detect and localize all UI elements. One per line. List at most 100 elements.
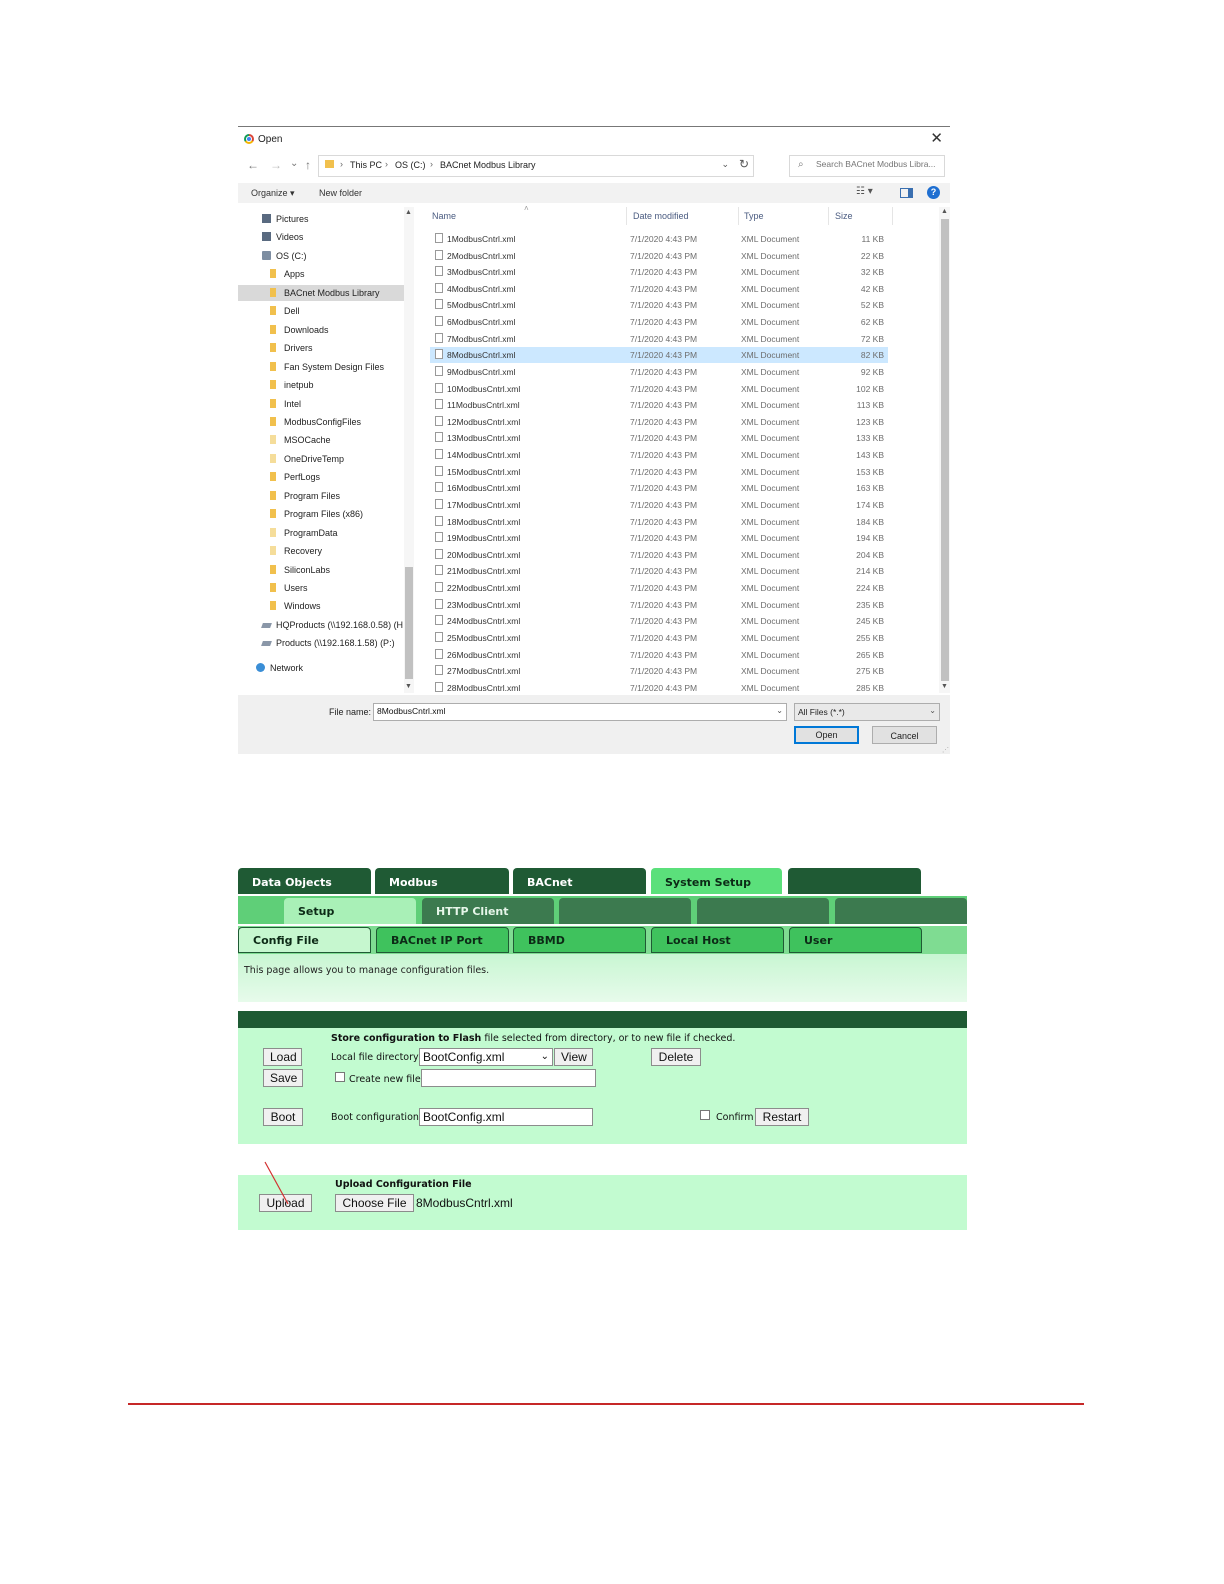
chevron-down-icon[interactable]: ⌄	[776, 706, 783, 715]
boot-configuration-input[interactable]	[419, 1108, 593, 1126]
file-row[interactable]: 6ModbusCntrl.xml 7/1/2020 4:43 PM XML Docu…	[430, 314, 888, 330]
file-row[interactable]: 8ModbusCntrl.xml 7/1/2020 4:43 PM XML Docu…	[430, 347, 888, 364]
scroll-down-icon[interactable]: ▼	[941, 683, 948, 690]
tab-config-file[interactable]: Config File	[238, 927, 371, 953]
file-name-combobox[interactable]: ⌄	[373, 703, 787, 721]
sidebar-item[interactable]: ProgramData	[238, 525, 404, 541]
file-row[interactable]: 14ModbusCntrl.xml 7/1/2020 4:43 PM XML Doc…	[430, 447, 888, 463]
tab-empty[interactable]	[697, 898, 829, 924]
file-row[interactable]: 2ModbusCntrl.xml 7/1/2020 4:43 PM XML Docu…	[430, 248, 888, 264]
tab-user[interactable]: User	[789, 927, 922, 953]
breadcrumb-this-pc[interactable]: This PC	[350, 160, 382, 170]
resize-grip-icon[interactable]: ⋰	[942, 746, 949, 754]
file-row[interactable]: 27ModbusCntrl.xml 7/1/2020 4:43 PM XML Doc…	[430, 663, 888, 679]
scroll-down-icon[interactable]: ▼	[405, 683, 412, 690]
file-row[interactable]: 5ModbusCntrl.xml 7/1/2020 4:43 PM XML Docu…	[430, 297, 888, 313]
file-list-scrollbar[interactable]: ▲ ▼	[939, 207, 950, 693]
file-row[interactable]: 17ModbusCntrl.xml 7/1/2020 4:43 PM XML Doc…	[430, 497, 888, 513]
load-button[interactable]: Load	[263, 1048, 302, 1066]
sidebar-item[interactable]: Fan System Design Files	[238, 359, 404, 375]
cancel-button[interactable]: Cancel	[872, 726, 937, 744]
file-row[interactable]: 16ModbusCntrl.xml 7/1/2020 4:43 PM XML Doc…	[430, 480, 888, 496]
sidebar-item[interactable]: Drivers	[238, 340, 404, 356]
sidebar-item[interactable]: HQProducts (\\192.168.0.58) (H	[238, 617, 404, 633]
chevron-down-icon[interactable]: ⌄	[721, 159, 729, 170]
sidebar-item[interactable]: Pictures	[238, 211, 404, 227]
local-file-directory-select[interactable]: BootConfig.xml ⌄	[419, 1048, 553, 1066]
forward-arrow-icon[interactable]: →	[270, 158, 282, 172]
sidebar-item[interactable]: Downloads	[238, 322, 404, 338]
save-button[interactable]: Save	[263, 1069, 303, 1087]
tab-data-objects[interactable]: Data Objects	[238, 868, 371, 894]
tab-empty[interactable]	[788, 868, 921, 894]
scrollbar-thumb[interactable]	[405, 567, 413, 679]
file-row[interactable]: 9ModbusCntrl.xml 7/1/2020 4:43 PM XML Docu…	[430, 364, 888, 380]
sidebar-item[interactable]: Dell	[238, 303, 404, 319]
organize-menu[interactable]: Organize ▾	[251, 188, 295, 199]
sidebar-item[interactable]: Program Files (x86)	[238, 506, 404, 522]
sidebar-item[interactable]: OneDriveTemp	[238, 451, 404, 467]
sidebar-item[interactable]: SiliconLabs	[238, 562, 404, 578]
help-icon[interactable]: ?	[927, 186, 940, 199]
upload-button[interactable]: Upload	[259, 1194, 312, 1212]
sidebar-item[interactable]: inetpub	[238, 377, 404, 393]
view-button[interactable]: View	[554, 1048, 593, 1066]
file-row[interactable]: 24ModbusCntrl.xml 7/1/2020 4:43 PM XML Doc…	[430, 613, 888, 629]
file-row[interactable]: 10ModbusCntrl.xml 7/1/2020 4:43 PM XML Doc…	[430, 381, 888, 397]
scroll-up-icon[interactable]: ▲	[405, 209, 412, 216]
tab-system-setup[interactable]: System Setup	[651, 868, 782, 894]
up-arrow-icon[interactable]: ↑	[305, 158, 311, 172]
sidebar-item[interactable]: Users	[238, 580, 404, 596]
file-row[interactable]: 7ModbusCntrl.xml 7/1/2020 4:43 PM XML Docu…	[430, 331, 888, 347]
sidebar-item[interactable]: Network	[238, 660, 404, 676]
file-row[interactable]: 22ModbusCntrl.xml 7/1/2020 4:43 PM XML Doc…	[430, 580, 888, 596]
sidebar-item[interactable]: Recovery	[238, 543, 404, 559]
sidebar-item[interactable]: Products (\\192.168.1.58) (P:)	[238, 635, 404, 651]
sidebar-item[interactable]: Program Files	[238, 488, 404, 504]
file-type-select[interactable]: All Files (*.*) ⌄	[794, 703, 940, 721]
tab-empty[interactable]	[559, 898, 691, 924]
breadcrumb-bacnet-modbus-library[interactable]: BACnet Modbus Library	[440, 160, 536, 170]
search-box[interactable]: ⌕	[789, 155, 945, 177]
file-row[interactable]: 26ModbusCntrl.xml 7/1/2020 4:43 PM XML Doc…	[430, 647, 888, 663]
file-row[interactable]: 4ModbusCntrl.xml 7/1/2020 4:43 PM XML Docu…	[430, 281, 888, 297]
boot-button[interactable]: Boot	[263, 1108, 303, 1126]
file-row[interactable]: 19ModbusCntrl.xml 7/1/2020 4:43 PM XML Doc…	[430, 530, 888, 546]
breadcrumb-os-c[interactable]: OS (C:)	[395, 160, 426, 170]
search-input[interactable]	[816, 159, 942, 169]
tab-http-client[interactable]: HTTP Client	[422, 898, 554, 924]
file-row[interactable]: 13ModbusCntrl.xml 7/1/2020 4:43 PM XML Doc…	[430, 430, 888, 446]
file-row[interactable]: 11ModbusCntrl.xml 7/1/2020 4:43 PM XML Doc…	[430, 397, 888, 413]
sidebar-item[interactable]: OS (C:)	[238, 248, 404, 264]
scroll-up-icon[interactable]: ▲	[941, 208, 948, 215]
file-row[interactable]: 21ModbusCntrl.xml 7/1/2020 4:43 PM XML Doc…	[430, 563, 888, 579]
sidebar-item[interactable]: Apps	[238, 266, 404, 282]
sidebar-item[interactable]: Windows	[238, 598, 404, 614]
delete-button[interactable]: Delete	[651, 1048, 701, 1066]
preview-pane-icon[interactable]	[900, 188, 913, 198]
restart-button[interactable]: Restart	[755, 1108, 809, 1126]
file-row[interactable]: 15ModbusCntrl.xml 7/1/2020 4:43 PM XML Doc…	[430, 464, 888, 480]
file-row[interactable]: 28ModbusCntrl.xml 7/1/2020 4:43 PM XML Doc…	[430, 680, 888, 696]
column-name[interactable]: Name	[432, 211, 456, 221]
column-type[interactable]: Type	[744, 211, 764, 221]
sidebar-item[interactable]: Intel	[238, 396, 404, 412]
navigation-scrollbar[interactable]: ▲ ▼	[404, 207, 414, 693]
sidebar-item[interactable]: ModbusConfigFiles	[238, 414, 404, 430]
tab-setup[interactable]: Setup	[284, 898, 416, 924]
sidebar-item[interactable]: Videos	[238, 229, 404, 245]
tab-modbus[interactable]: Modbus	[375, 868, 509, 894]
file-name-input[interactable]	[377, 706, 767, 716]
column-divider[interactable]	[738, 207, 739, 225]
create-new-file-checkbox[interactable]	[335, 1072, 345, 1082]
sidebar-item[interactable]: MSOCache	[238, 432, 404, 448]
column-divider[interactable]	[626, 207, 627, 225]
tab-local-host[interactable]: Local Host	[651, 927, 784, 953]
file-row[interactable]: 3ModbusCntrl.xml 7/1/2020 4:43 PM XML Docu…	[430, 264, 888, 280]
file-row[interactable]: 1ModbusCntrl.xml 7/1/2020 4:43 PM XML Docu…	[430, 231, 888, 247]
file-row[interactable]: 25ModbusCntrl.xml 7/1/2020 4:43 PM XML Doc…	[430, 630, 888, 646]
address-bar[interactable]: › This PC › OS (C:) › BACnet Modbus Libr…	[318, 155, 754, 177]
refresh-icon[interactable]: ↻	[739, 157, 749, 171]
open-button[interactable]: Open	[794, 726, 859, 744]
back-arrow-icon[interactable]: ←	[247, 158, 259, 172]
